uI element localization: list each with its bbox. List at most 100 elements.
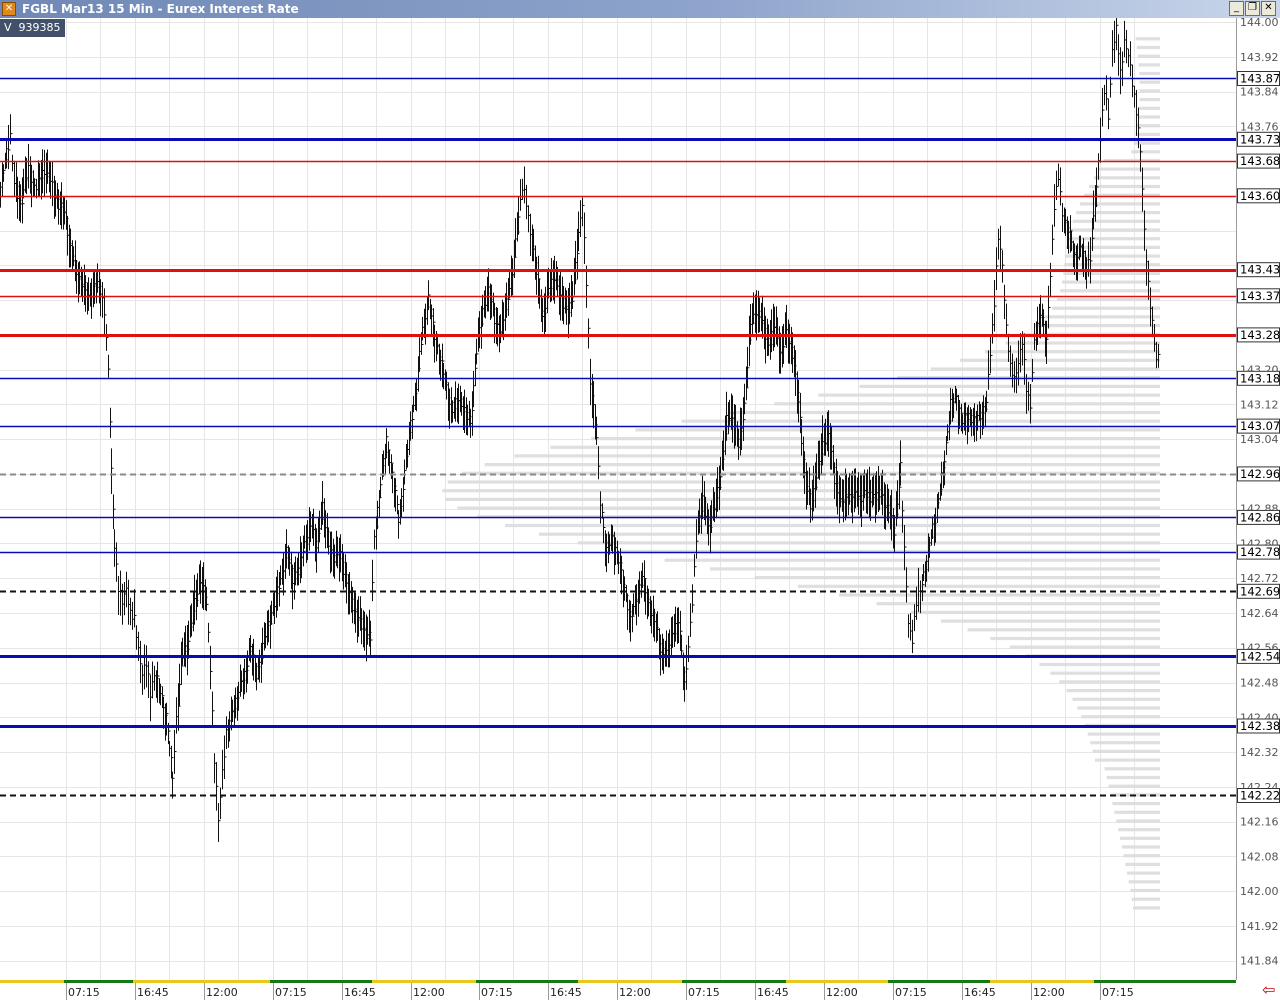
time-tick-label: 12:00: [619, 986, 651, 999]
level-label-143-28: 143.28: [1240, 328, 1280, 342]
profile-bar: [664, 558, 1160, 562]
profile-bar: [1059, 680, 1160, 684]
restore-button[interactable]: ❐: [1245, 1, 1260, 16]
time-tick-label: 16:45: [757, 986, 789, 999]
profile-bar: [457, 506, 1160, 510]
session-band: [64, 980, 133, 983]
profile-bar: [1128, 880, 1160, 884]
price-tick-label: 144.00: [1240, 18, 1279, 29]
profile-bar: [1138, 115, 1160, 119]
profile-bar: [1050, 671, 1160, 675]
time-tick-label: 07:15: [68, 986, 100, 999]
profile-bar: [514, 454, 1160, 458]
profile-bar: [1136, 45, 1160, 50]
level-label-143-87: 143.87: [1240, 72, 1280, 86]
profile-bar: [1112, 802, 1160, 806]
profile-bar: [1139, 71, 1160, 76]
profile-bar: [1133, 141, 1160, 145]
time-tick-label: 07:15: [481, 986, 513, 999]
profile-bar: [1052, 306, 1160, 310]
profile-bar: [1081, 715, 1160, 719]
profile-bar: [1077, 706, 1160, 710]
profile-bar: [1131, 897, 1160, 901]
time-axis: 07:15 16:45 12:00 07:15 16:45 12:00 07:15 16:45…: [0, 980, 1236, 1000]
profile-bar: [1127, 871, 1160, 875]
level-label-142-22: 142.22: [1240, 789, 1280, 803]
level-label-143-73: 143.73: [1240, 132, 1280, 146]
price-tick-label: 143.84: [1240, 86, 1279, 99]
level-label-143-07: 143.07: [1240, 419, 1280, 433]
volume-readout: V 939385: [0, 19, 65, 37]
profile-bar: [1062, 280, 1160, 284]
price-tick-label: 142.16: [1240, 816, 1279, 829]
profile-bar: [1098, 167, 1160, 171]
level-label-142-86: 142.86: [1240, 510, 1280, 524]
level-label-143-43: 143.43: [1240, 263, 1280, 277]
session-band: [133, 980, 270, 983]
profile-bar: [1094, 758, 1160, 762]
close-button[interactable]: ✕: [1261, 1, 1276, 16]
profile-bar: [1133, 906, 1160, 910]
price-tick-label: 142.72: [1240, 572, 1279, 585]
app-logo-icon: ✕: [2, 2, 16, 16]
minimize-button[interactable]: _: [1229, 1, 1244, 16]
price-tick-label: 142.00: [1240, 885, 1279, 898]
profile-bar: [681, 419, 1160, 423]
profile-bar: [1118, 828, 1160, 832]
profile-bar: [1072, 697, 1160, 701]
profile-bar: [818, 393, 1160, 397]
price-chart[interactable]: 144.00143.92143.84143.76143.20143.12143.…: [0, 18, 1280, 1000]
profile-bar: [876, 602, 1160, 606]
profile-bar: [1114, 810, 1160, 814]
price-axis: 144.00143.92143.84143.76143.20143.12143.…: [1236, 18, 1280, 1000]
profile-bar: [1090, 741, 1160, 745]
session-band: [476, 980, 578, 983]
profile-bar: [1072, 219, 1160, 223]
profile-bar: [1064, 263, 1160, 267]
profile-bar: [754, 576, 1160, 580]
level-label-142-38: 142.38: [1240, 719, 1280, 733]
profile-bar: [1039, 662, 1160, 667]
profile-bar: [447, 480, 1160, 484]
time-tick-label: 16:45: [344, 986, 376, 999]
profile-bar: [1009, 645, 1160, 649]
profile-bar: [1139, 89, 1160, 93]
profile-bar: [1125, 862, 1160, 866]
profile-bar: [1035, 324, 1160, 328]
profile-bar: [709, 567, 1160, 571]
profile-bar: [1087, 732, 1160, 736]
time-tick-label: 07:15: [688, 986, 720, 999]
profile-bar: [1139, 98, 1160, 102]
level-label-142-54: 142.54: [1240, 649, 1280, 663]
session-band: [270, 980, 372, 983]
profile-bar: [1116, 819, 1160, 823]
profile-bar: [1108, 784, 1160, 788]
profile-bar: [984, 350, 1160, 354]
profile-bar: [1045, 315, 1160, 319]
price-tick-label: 142.48: [1240, 677, 1279, 690]
level-label-143-18: 143.18: [1240, 371, 1280, 385]
time-tick-label: 07:15: [1102, 986, 1134, 999]
level-label-143-68: 143.68: [1240, 154, 1280, 168]
time-tick-label: 07:15: [895, 986, 927, 999]
time-tick-label: 12:00: [206, 986, 238, 999]
session-band: [0, 980, 64, 983]
profile-bar: [1139, 106, 1160, 110]
profile-bar: [1137, 54, 1160, 58]
profile-bar: [967, 628, 1160, 632]
scroll-back-arrow-icon[interactable]: ⇦: [1262, 982, 1275, 998]
level-label-143-37: 143.37: [1240, 289, 1280, 303]
price-tick-label: 142.08: [1240, 850, 1279, 863]
profile-bar: [798, 584, 1160, 588]
time-tick-label: 12:00: [826, 986, 858, 999]
profile-bar: [1067, 237, 1160, 241]
session-band: [786, 980, 888, 983]
session-band: [1094, 980, 1236, 983]
window-title: FGBL Mar13 15 Min - Eurex Interest Rate: [22, 2, 299, 16]
session-band: [578, 980, 682, 983]
time-tick-label: 16:45: [137, 986, 169, 999]
profile-bar: [838, 593, 1160, 597]
profile-bar: [1135, 37, 1160, 41]
profile-bar: [1060, 289, 1160, 293]
profile-bar: [577, 541, 1160, 545]
